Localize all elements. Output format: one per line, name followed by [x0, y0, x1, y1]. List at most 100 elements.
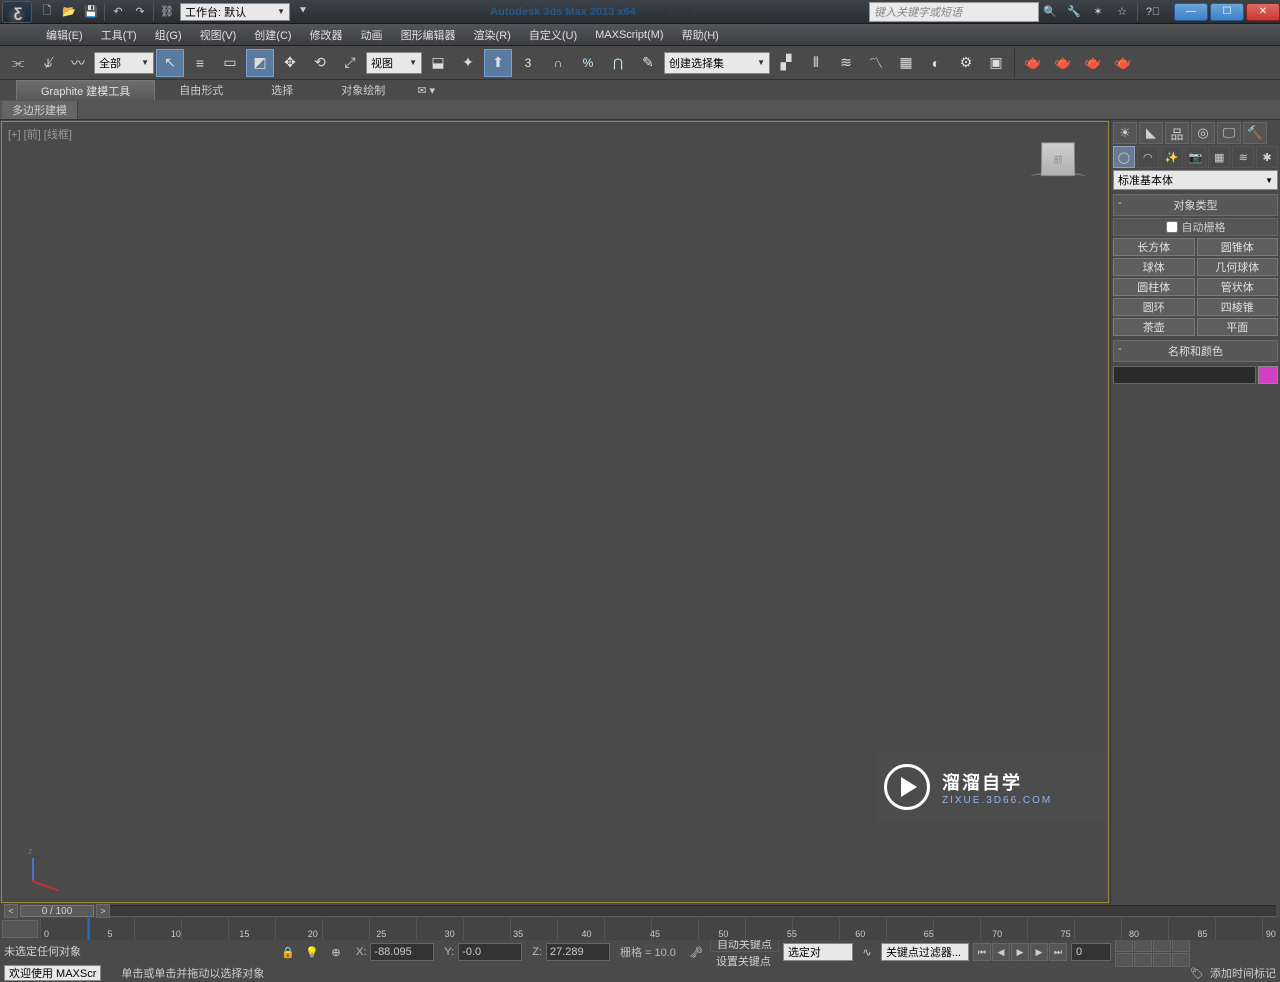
percent-snap-icon[interactable]: % — [574, 49, 602, 77]
autogrid-input[interactable] — [1166, 221, 1178, 233]
maximize-button[interactable]: ☐ — [1210, 3, 1244, 21]
selection-filter-dropdown[interactable]: 全部 — [94, 52, 154, 74]
panel-display-icon[interactable]: 🖵 — [1217, 122, 1241, 144]
object-color-swatch[interactable] — [1258, 366, 1278, 384]
ribbon-panel-polymodel[interactable]: 多边形建模 — [2, 101, 78, 119]
render-setup-icon[interactable]: ⚙ — [952, 49, 980, 77]
render-frame-icon[interactable]: ▣ — [982, 49, 1010, 77]
btn-cone[interactable]: 圆锥体 — [1197, 238, 1279, 256]
exchange-icon[interactable]: ✶ — [1087, 1, 1109, 23]
track-bar[interactable]: 0 5 10 15 20 25 30 35 40 45 50 55 60 65 … — [0, 918, 1280, 940]
render-iter-icon[interactable]: 🫖 — [1049, 49, 1077, 77]
help-search-input[interactable]: 键入关键字或短语 — [869, 2, 1039, 22]
object-name-input[interactable] — [1113, 366, 1256, 384]
scale-icon[interactable]: ⤢ — [336, 49, 364, 77]
menu-edit[interactable]: 编辑(E) — [46, 27, 83, 43]
next-frame-icon[interactable]: ▶ — [1030, 943, 1048, 961]
ribbon-expand-icon[interactable]: ✉ ▾ — [417, 80, 435, 100]
cat-lights-icon[interactable]: ✨ — [1161, 146, 1183, 168]
viewcube[interactable]: 前 — [1028, 142, 1088, 188]
time-prev-icon[interactable]: < — [4, 904, 18, 918]
prev-frame-icon[interactable]: ◀ — [992, 943, 1010, 961]
angle-snap-icon[interactable]: ∩ — [544, 49, 572, 77]
y-input[interactable]: -0.0 — [458, 943, 522, 961]
cat-geometry-icon[interactable]: ◯ — [1113, 146, 1135, 168]
open-file-icon[interactable]: 📂 — [58, 1, 80, 23]
orbit-icon[interactable] — [1153, 953, 1171, 967]
btn-tube[interactable]: 管状体 — [1197, 278, 1279, 296]
layer-manager-icon[interactable]: ≋ — [832, 49, 860, 77]
time-track[interactable] — [110, 905, 1276, 917]
time-slider[interactable]: < 0 / 100 > — [0, 904, 1280, 918]
btn-sphere[interactable]: 球体 — [1113, 258, 1195, 276]
rollout-name-color[interactable]: -名称和颜色 — [1113, 340, 1278, 362]
z-input[interactable]: 27.289 — [546, 943, 610, 961]
current-frame-marker[interactable] — [88, 918, 90, 940]
lock-selection-icon[interactable]: 🔒 — [278, 943, 298, 961]
render-last-icon[interactable]: 🫖 — [1109, 49, 1137, 77]
app-icon[interactable]: Ƹ — [2, 1, 32, 23]
menu-grapheditors[interactable]: 图形编辑器 — [401, 27, 456, 43]
btn-pyramid[interactable]: 四棱锥 — [1197, 298, 1279, 316]
script-listener[interactable]: 欢迎使用 MAXScr — [4, 965, 101, 981]
mirror-icon[interactable]: ▞ — [772, 49, 800, 77]
rollout-object-type[interactable]: -对象类型 — [1113, 194, 1278, 216]
menu-modifiers[interactable]: 修改器 — [310, 27, 343, 43]
transform-typein-icon[interactable]: ⊕ — [326, 943, 346, 961]
isolate-icon[interactable]: 💡 — [302, 943, 322, 961]
autogrid-checkbox[interactable]: 自动栅格 — [1113, 218, 1278, 236]
save-file-icon[interactable]: 💾 — [80, 1, 102, 23]
material-editor-icon[interactable]: ◐ — [922, 49, 950, 77]
named-selset-dropdown[interactable]: 创建选择集 — [664, 52, 770, 74]
select-by-name-icon[interactable]: ≡ — [186, 49, 214, 77]
play-icon[interactable]: ▶ — [1011, 943, 1029, 961]
fov-icon[interactable] — [1115, 953, 1133, 967]
setkey-button[interactable]: 设置关键点 — [710, 953, 779, 969]
comm-center-icon[interactable]: 🔧 — [1063, 1, 1085, 23]
workspace-dropdown[interactable]: 工作台: 默认 — [180, 3, 290, 21]
link-icon[interactable]: ⛓ — [156, 1, 178, 23]
render-active-icon[interactable]: 🫖 — [1079, 49, 1107, 77]
btn-plane[interactable]: 平面 — [1197, 318, 1279, 336]
btn-torus[interactable]: 圆环 — [1113, 298, 1195, 316]
primitive-type-dropdown[interactable]: 标准基本体 — [1113, 170, 1278, 190]
schematic-view-icon[interactable]: ▦ — [892, 49, 920, 77]
menu-views[interactable]: 视图(V) — [200, 27, 237, 43]
manipulate-icon[interactable]: ✦ — [454, 49, 482, 77]
viewport-front[interactable]: [+] [前] [线框] 前 z 溜溜自学 ZIXUE.3D66.COM — [1, 121, 1109, 903]
redo-icon[interactable]: ↷ — [129, 1, 151, 23]
rect-region-icon[interactable]: ▭ — [216, 49, 244, 77]
help-icon[interactable]: ?⃝ — [1142, 1, 1164, 23]
close-button[interactable]: ✕ — [1246, 3, 1280, 21]
time-scrubber[interactable]: 0 / 100 — [20, 905, 94, 917]
cat-shapes-icon[interactable]: ◠ — [1137, 146, 1159, 168]
x-input[interactable]: -88.095 — [370, 943, 434, 961]
menu-create[interactable]: 创建(C) — [254, 27, 291, 43]
current-frame-input[interactable]: 0 — [1071, 943, 1111, 961]
panel-utilities-icon[interactable]: 🔨 — [1243, 122, 1267, 144]
menu-maxscript[interactable]: MAXScript(M) — [595, 29, 663, 41]
trackbar-toggle-icon[interactable] — [2, 920, 38, 938]
select-object-icon[interactable]: ↖ — [156, 49, 184, 77]
menu-group[interactable]: 组(G) — [155, 27, 182, 43]
viewcube-face[interactable]: 前 — [1041, 142, 1075, 176]
move-icon[interactable]: ✥ — [276, 49, 304, 77]
goto-end-icon[interactable]: ⏭ — [1049, 943, 1067, 961]
search-icon[interactable]: 🔍 — [1039, 1, 1061, 23]
new-file-icon[interactable]: 🗋 — [36, 1, 58, 23]
btn-box[interactable]: 长方体 — [1113, 238, 1195, 256]
time-next-icon[interactable]: > — [96, 904, 110, 918]
menu-rendering[interactable]: 渲染(R) — [474, 27, 511, 43]
btn-geosphere[interactable]: 几何球体 — [1197, 258, 1279, 276]
window-crossing-icon[interactable]: ◩ — [246, 49, 274, 77]
snap-toggle-icon[interactable]: 3 — [514, 49, 542, 77]
cat-cameras-icon[interactable]: 📷 — [1185, 146, 1207, 168]
menu-customize[interactable]: 自定义(U) — [529, 27, 577, 43]
minimize-button[interactable]: — — [1174, 3, 1208, 21]
cat-helpers-icon[interactable]: ▦ — [1208, 146, 1230, 168]
add-time-tag[interactable]: 添加时间标记 — [1210, 965, 1276, 981]
btn-teapot[interactable]: 茶壶 — [1113, 318, 1195, 336]
menu-help[interactable]: 帮助(H) — [682, 27, 719, 43]
bind-spacewarp-icon[interactable]: 〰 — [64, 49, 92, 77]
spinner-snap-icon[interactable]: ⋂ — [604, 49, 632, 77]
